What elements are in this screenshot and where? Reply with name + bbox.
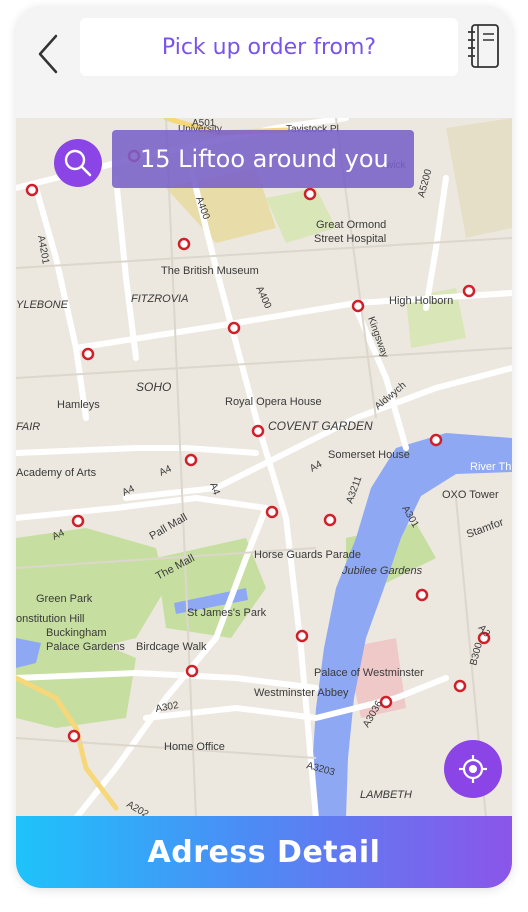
map-label: YLEBONE — [16, 299, 69, 311]
map-label: LAMBETH — [360, 789, 412, 801]
map-label: Academy of Arts — [16, 467, 97, 479]
map-label: onstitution Hill — [16, 613, 84, 625]
header-bar: Pick up order from? — [16, 6, 512, 118]
back-chevron-icon[interactable] — [34, 32, 62, 76]
address-detail-button[interactable]: Adress Detail — [16, 816, 512, 888]
map-label: SOHO — [136, 380, 171, 394]
liftoo-count-banner: 15 Liftoo around you — [112, 130, 414, 188]
map-canvas: Great Ormond Street Hospital The British… — [16, 118, 512, 818]
map-label: Palace of Westminster — [314, 667, 424, 679]
map-label: The British Museum — [161, 265, 259, 277]
search-icon — [64, 149, 92, 177]
phone-frame: Pick up order from? Great Ormond Street … — [16, 6, 512, 888]
map-label: Royal Opera House — [225, 396, 322, 408]
map-label: High Holborn — [389, 295, 453, 307]
map-label: Birdcage Walk — [136, 641, 207, 653]
map-label: Great Ormond — [316, 219, 386, 231]
map-label: FITZROVIA — [131, 293, 188, 305]
map-label: Home Office — [164, 741, 225, 753]
map-view[interactable]: Great Ormond Street Hospital The British… — [16, 118, 512, 818]
pickup-title-field[interactable]: Pick up order from? — [80, 18, 458, 76]
map-label: OXO Tower — [442, 489, 499, 501]
map-label: COVENT GARDEN — [268, 419, 373, 433]
map-label: Somerset House — [328, 449, 410, 461]
map-label: Jubilee Gardens — [341, 565, 423, 577]
map-label: FAIR — [16, 421, 40, 433]
map-label: Buckingham — [46, 627, 107, 639]
map-label: St James's Park — [187, 607, 267, 619]
map-label: A501 — [192, 118, 216, 129]
map-label: Palace Gardens — [46, 641, 125, 653]
map-label: Green Park — [36, 593, 93, 605]
search-button[interactable] — [54, 139, 102, 187]
locate-me-button[interactable] — [444, 740, 502, 798]
map-label: Westminster Abbey — [254, 687, 349, 699]
notebook-icon[interactable] — [466, 22, 502, 70]
map-label: Street Hospital — [314, 233, 386, 245]
crosshair-icon — [459, 755, 487, 783]
map-label: Horse Guards Parade — [254, 549, 361, 561]
map-label: Hamleys — [57, 399, 100, 411]
map-label: River Th — [470, 461, 511, 473]
